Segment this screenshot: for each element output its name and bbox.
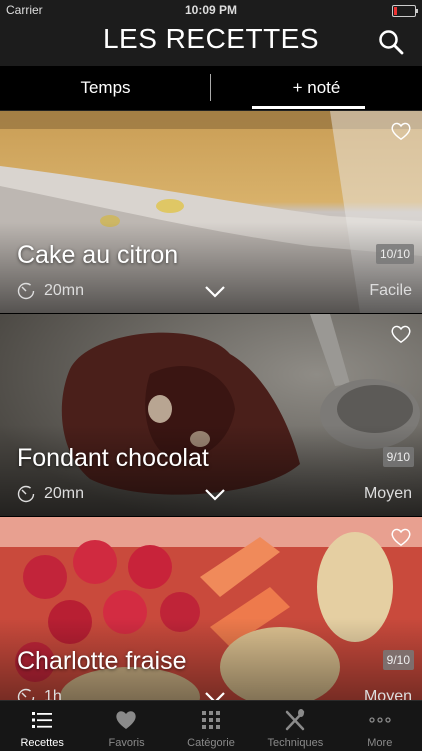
- segment-temps[interactable]: Temps: [0, 66, 211, 110]
- recipe-duration: 20mn: [44, 485, 85, 502]
- tab-more[interactable]: More: [338, 701, 422, 751]
- navigation-bar: LES RECETTES: [0, 20, 422, 66]
- utensils-icon: [285, 709, 305, 731]
- recipe-difficulty: Moyen: [363, 688, 412, 700]
- tab-label: Catégorie: [187, 737, 235, 749]
- timer-icon: [17, 485, 35, 503]
- clock: 10:09 PM: [184, 3, 238, 17]
- favorite-heart-icon[interactable]: [390, 324, 412, 344]
- search-icon[interactable]: [378, 29, 404, 55]
- favorite-heart-icon[interactable]: [390, 121, 412, 141]
- tab-label: Favoris: [108, 737, 145, 749]
- timer-icon: [17, 282, 35, 300]
- favorite-heart-icon[interactable]: [390, 527, 412, 547]
- segment-selected-indicator: [252, 106, 365, 109]
- heart-icon: [116, 711, 137, 729]
- list-icon: [32, 712, 52, 728]
- segment-note[interactable]: + noté: [211, 66, 422, 110]
- chevron-down-icon[interactable]: [204, 488, 226, 502]
- status-bar: Carrier 10:09 PM: [0, 0, 422, 20]
- recipe-title: Cake au citron: [17, 241, 179, 269]
- recipe-card[interactable]: Cake au citron 10/10 20mn Facile: [0, 111, 422, 313]
- tab-label: Techniques: [267, 737, 324, 749]
- chevron-down-icon[interactable]: [204, 691, 226, 700]
- tab-bar: Recettes Favoris Catégorie Techniques Mo…: [0, 700, 422, 751]
- chevron-down-icon[interactable]: [204, 285, 226, 299]
- recipe-card[interactable]: Fondant chocolat 9/10 20mn Moyen: [0, 314, 422, 516]
- rating-badge: 9/10: [382, 650, 414, 670]
- recipe-duration: 20mn: [44, 282, 85, 299]
- recipe-duration: 1h: [44, 688, 62, 700]
- tab-categorie[interactable]: Catégorie: [169, 701, 253, 751]
- sort-segmented-control: Temps + noté: [0, 66, 422, 111]
- more-icon: [368, 717, 391, 723]
- timer-icon: [17, 688, 35, 700]
- rating-badge: 9/10: [382, 447, 414, 467]
- tab-label: More: [367, 737, 393, 749]
- battery-icon: [392, 5, 418, 17]
- rating-badge: 10/10: [375, 244, 414, 264]
- tab-recettes[interactable]: Recettes: [0, 701, 84, 751]
- grid-icon: [201, 711, 220, 729]
- recipe-difficulty: Moyen: [363, 485, 412, 502]
- tab-favoris[interactable]: Favoris: [84, 701, 168, 751]
- recipe-difficulty: Facile: [369, 282, 412, 299]
- recipe-title: Charlotte fraise: [17, 647, 187, 675]
- page-title: LES RECETTES: [102, 23, 320, 54]
- recipe-card[interactable]: Charlotte fraise 9/10 1h Moyen: [0, 517, 422, 700]
- recipe-title: Fondant chocolat: [17, 444, 209, 472]
- tab-label: Recettes: [20, 737, 64, 749]
- tab-techniques[interactable]: Techniques: [253, 701, 337, 751]
